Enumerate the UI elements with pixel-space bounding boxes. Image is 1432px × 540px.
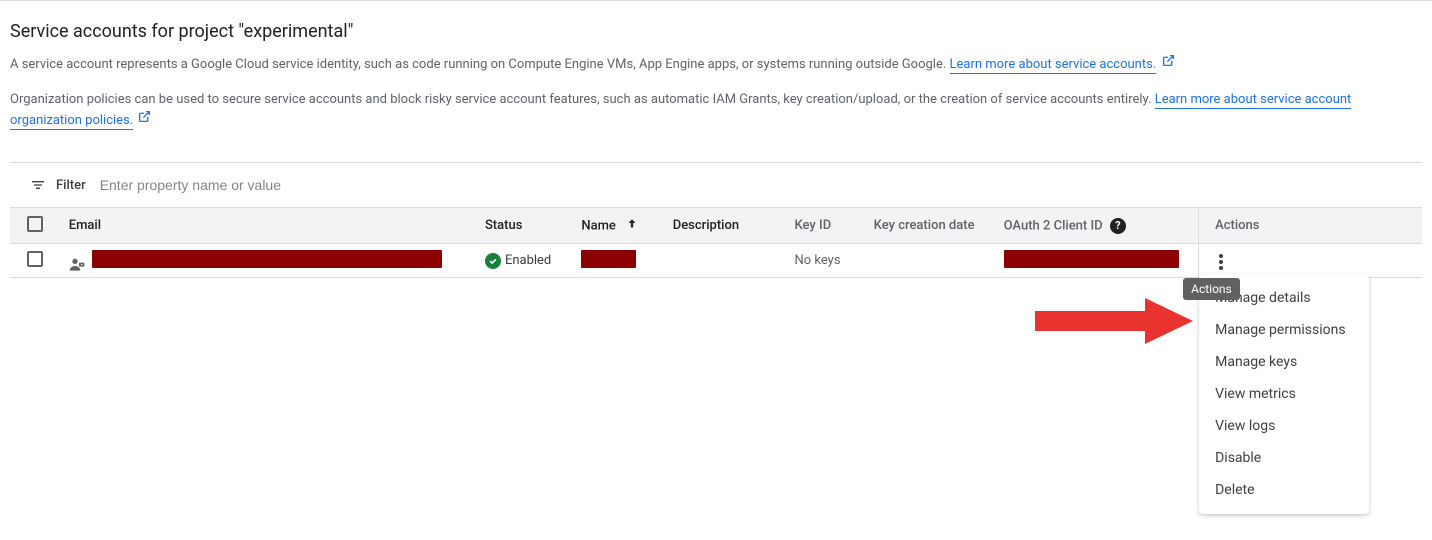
- menu-view-metrics[interactable]: View metrics: [1199, 378, 1369, 410]
- column-name[interactable]: Name: [573, 208, 664, 244]
- external-link-icon: [138, 110, 151, 131]
- filter-label: Filter: [56, 178, 86, 193]
- menu-view-logs[interactable]: View logs: [1199, 410, 1369, 442]
- column-description[interactable]: Description: [665, 208, 787, 244]
- actions-menu: Manage details Manage permissions Manage…: [1199, 274, 1369, 514]
- column-name-label: Name: [581, 218, 616, 233]
- table-row[interactable]: Enabled No keys Actions: [10, 244, 1422, 278]
- row-checkbox[interactable]: [27, 251, 43, 267]
- filter-icon: [30, 177, 46, 193]
- column-key-id[interactable]: Key ID: [787, 208, 866, 244]
- org-policies-description: Organization policies can be used to sec…: [10, 90, 1422, 132]
- row-checkbox-cell: [10, 244, 61, 278]
- menu-disable[interactable]: Disable: [1199, 442, 1369, 474]
- sort-ascending-icon: [625, 220, 639, 235]
- email-cell: [61, 244, 477, 278]
- name-cell: [573, 244, 664, 278]
- check-circle-icon: [485, 253, 501, 269]
- column-email[interactable]: Email: [61, 208, 477, 244]
- help-icon[interactable]: ?: [1110, 218, 1126, 234]
- column-oauth-client-id[interactable]: OAuth 2 Client ID ?: [996, 208, 1199, 244]
- email-redacted: [92, 250, 442, 268]
- oauth-cell: [996, 244, 1199, 278]
- oauth-redacted: [1004, 250, 1179, 268]
- filter-bar: Filter: [0, 163, 1432, 207]
- name-redacted: [581, 250, 636, 268]
- header-checkbox-cell: [10, 208, 61, 244]
- desc1-text: A service account represents a Google Cl…: [10, 57, 950, 72]
- external-link-icon: [1162, 54, 1175, 75]
- page-title: Service accounts for project "experiment…: [10, 21, 1422, 42]
- service-account-icon: [69, 257, 85, 271]
- column-oauth-label: OAuth 2 Client ID: [1004, 218, 1103, 233]
- filter-input[interactable]: [96, 173, 1422, 197]
- service-accounts-table: Email Status Name Description Key ID Key…: [10, 207, 1422, 278]
- column-key-creation-date[interactable]: Key creation date: [866, 208, 996, 244]
- menu-manage-permissions[interactable]: Manage permissions: [1199, 314, 1369, 346]
- actions-cell: Actions Manage details Manage permission…: [1199, 244, 1422, 278]
- actions-tooltip: Actions: [1183, 278, 1240, 300]
- more-actions-button[interactable]: [1215, 250, 1227, 274]
- service-account-description: A service account represents a Google Cl…: [10, 54, 1422, 76]
- menu-manage-keys[interactable]: Manage keys: [1199, 346, 1369, 378]
- keyid-cell: No keys: [787, 244, 866, 278]
- description-cell: [665, 244, 787, 278]
- column-status[interactable]: Status: [477, 208, 573, 244]
- desc2-text: Organization policies can be used to sec…: [10, 92, 1155, 107]
- select-all-checkbox[interactable]: [27, 216, 43, 232]
- table-header-row: Email Status Name Description Key ID Key…: [10, 208, 1422, 244]
- keydate-cell: [866, 244, 996, 278]
- column-actions: Actions: [1199, 208, 1422, 244]
- menu-delete[interactable]: Delete: [1199, 474, 1369, 506]
- learn-more-service-accounts-link[interactable]: Learn more about service accounts.: [950, 57, 1157, 74]
- status-cell: Enabled: [477, 244, 573, 278]
- red-arrow-annotation: [1035, 296, 1195, 350]
- status-text: Enabled: [505, 253, 551, 268]
